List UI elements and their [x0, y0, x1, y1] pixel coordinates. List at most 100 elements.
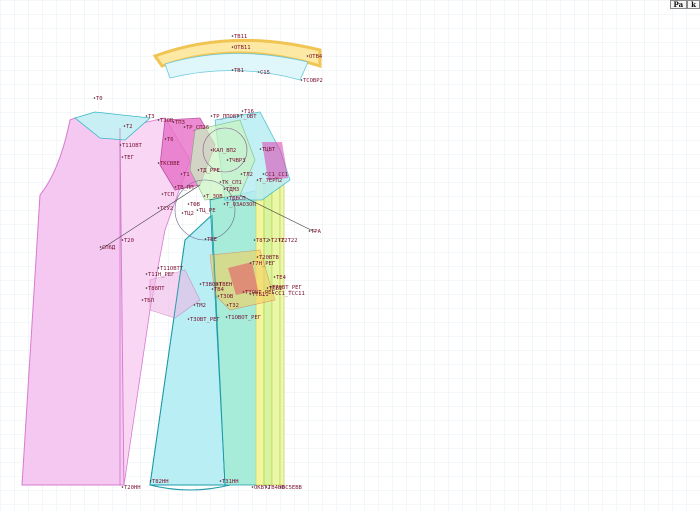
point-label: Т7ОВТ_РЕГ — [245, 290, 275, 296]
point-marker[interactable] — [99, 246, 102, 248]
point-marker[interactable] — [181, 212, 184, 214]
point-marker[interactable] — [219, 480, 222, 482]
point-label: ТК_СП1 — [222, 180, 242, 186]
point-marker[interactable] — [197, 169, 200, 171]
point-label: Т3ОВ — [160, 118, 174, 124]
point-marker[interactable] — [279, 486, 282, 488]
point-marker[interactable] — [249, 262, 252, 264]
point-label: ТФВ — [190, 202, 201, 208]
point-marker[interactable] — [226, 159, 229, 161]
point-marker[interactable] — [145, 115, 148, 117]
point-marker[interactable] — [268, 239, 271, 241]
point-marker[interactable] — [187, 318, 190, 320]
point-marker[interactable] — [210, 115, 213, 117]
point-label: Т82НН — [152, 479, 169, 485]
point-marker[interactable] — [164, 138, 167, 140]
pattern-canvas[interactable]: Т0 Т3 Т3ОВ ТПЗ Т2 Т11ОВТ Т6 ТР_ППОВТ Т16 Т_ОВТ ТР_… — [0, 0, 700, 511]
point-marker[interactable] — [223, 203, 226, 205]
point-marker[interactable] — [203, 195, 206, 197]
point-marker[interactable] — [231, 35, 234, 37]
point-marker[interactable] — [223, 188, 226, 190]
point-marker[interactable] — [300, 79, 303, 81]
point-marker[interactable] — [265, 486, 268, 488]
point-label: ТЗОВ — [220, 294, 234, 300]
point-label: СП6Д — [102, 245, 116, 251]
point-marker[interactable] — [145, 287, 148, 289]
point-marker[interactable] — [257, 71, 260, 73]
point-marker[interactable] — [211, 288, 214, 290]
point-marker[interactable] — [256, 256, 259, 258]
yoke-strip-2[interactable] — [263, 179, 273, 486]
point-label: Т31НН — [222, 479, 239, 485]
point-marker[interactable] — [145, 273, 148, 275]
point-marker[interactable] — [256, 179, 259, 181]
point-marker[interactable] — [231, 46, 234, 48]
point-marker[interactable] — [308, 230, 311, 232]
point-marker[interactable] — [121, 486, 124, 488]
point-marker[interactable] — [226, 304, 229, 306]
point-label: ОС5ЕВВ — [282, 485, 303, 491]
point-label: Т20НН — [124, 485, 141, 491]
point-label: ТР_ППОВТ — [213, 114, 240, 120]
point-marker[interactable] — [187, 203, 190, 205]
point-label: ТР_СП26 — [186, 125, 209, 131]
point-marker[interactable] — [242, 291, 245, 293]
point-marker[interactable] — [121, 156, 124, 158]
top-tabbar: Pa k — [669, 0, 700, 9]
point-label: Т1 — [183, 172, 190, 178]
point-marker[interactable] — [121, 239, 124, 241]
point-marker[interactable] — [199, 283, 202, 285]
point-label: Т32 — [229, 303, 239, 309]
point-marker[interactable] — [157, 207, 160, 209]
point-label: ТСОВР2 — [303, 78, 323, 84]
point-marker[interactable] — [119, 144, 122, 146]
point-marker[interactable] — [269, 286, 272, 288]
point-label: Т2Т22 — [281, 238, 298, 244]
point-marker[interactable] — [217, 295, 220, 297]
point-label: ТВ11 — [234, 34, 247, 40]
point-label: ТСП — [164, 192, 174, 198]
tab-k[interactable]: k — [687, 0, 700, 9]
point-marker[interactable] — [225, 316, 228, 318]
point-marker[interactable] — [226, 197, 229, 199]
point-marker[interactable] — [241, 110, 244, 112]
point-marker[interactable] — [149, 480, 152, 482]
point-marker[interactable] — [93, 97, 96, 99]
point-marker[interactable] — [157, 119, 160, 121]
point-marker[interactable] — [157, 267, 160, 269]
yoke-strip-1[interactable] — [255, 179, 265, 486]
point-marker[interactable] — [172, 121, 175, 123]
point-marker[interactable] — [231, 69, 234, 71]
point-marker[interactable] — [253, 239, 256, 241]
yoke-strip-3[interactable] — [271, 174, 281, 486]
point-marker[interactable] — [259, 148, 262, 150]
point-marker[interactable] — [219, 181, 222, 183]
point-marker[interactable] — [210, 149, 213, 151]
point-marker[interactable] — [157, 162, 160, 164]
point-marker[interactable] — [174, 186, 177, 188]
point-label: ОТВ11 — [234, 45, 251, 51]
point-marker[interactable] — [196, 209, 199, 211]
point-label: ТЧВРЗ — [229, 158, 246, 164]
point-marker[interactable] — [306, 55, 309, 57]
point-marker[interactable] — [240, 173, 243, 175]
point-marker[interactable] — [180, 173, 183, 175]
point-label: Т_ЗОВ — [206, 194, 223, 200]
yoke-strip-4[interactable] — [279, 179, 285, 486]
point-marker[interactable] — [262, 173, 265, 175]
point-label: КАЛ_ВП2 — [213, 148, 236, 154]
point-marker[interactable] — [141, 299, 144, 301]
point-marker[interactable] — [278, 239, 281, 241]
canvas-drawing[interactable]: Т0Т3Т3ОВ ТПЗТ2Т11ОВТТ6ТР_ППОВТТ16Т_ОВТТР_… — [0, 0, 700, 511]
point-marker[interactable] — [123, 125, 126, 127]
point-marker[interactable] — [273, 276, 276, 278]
point-marker[interactable] — [266, 287, 269, 289]
point-marker[interactable] — [204, 238, 207, 240]
point-marker[interactable] — [237, 115, 240, 117]
point-marker[interactable] — [161, 193, 164, 195]
point-label: Т3 — [148, 114, 155, 120]
tab-pa[interactable]: Pa — [669, 0, 688, 9]
point-marker[interactable] — [183, 126, 186, 128]
point-marker[interactable] — [193, 304, 196, 306]
point-marker[interactable] — [251, 486, 254, 488]
